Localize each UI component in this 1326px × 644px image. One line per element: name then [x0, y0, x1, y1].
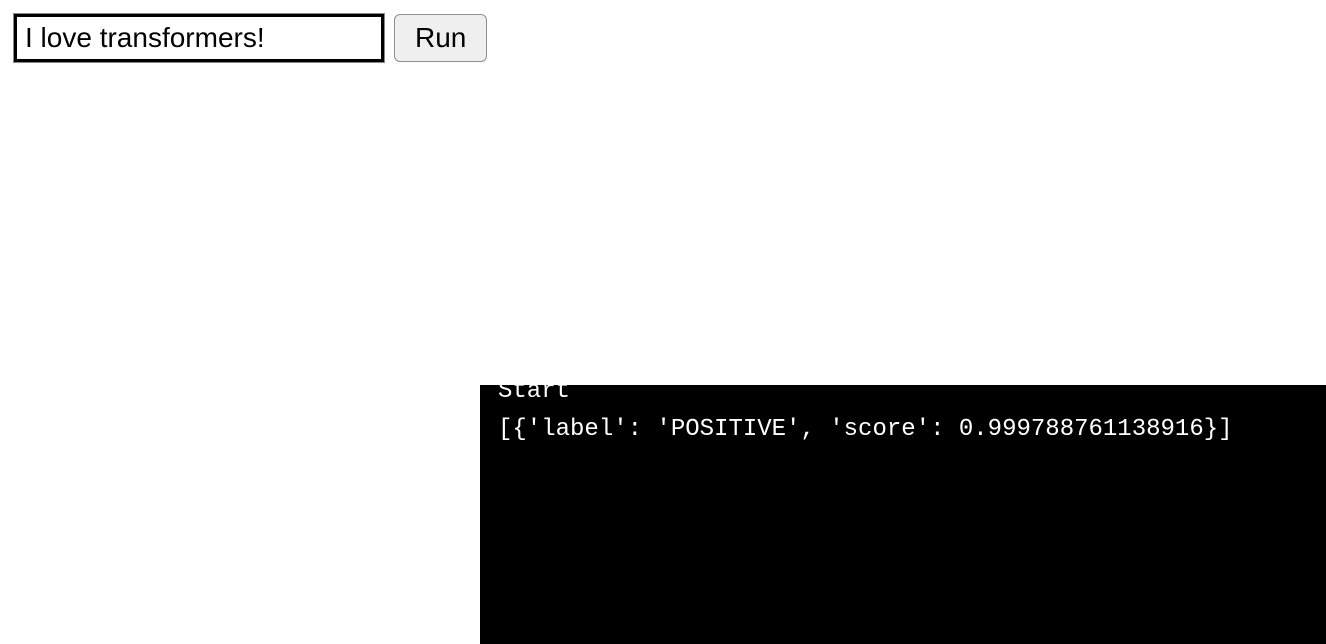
- console-line-start: Start: [498, 385, 1308, 411]
- top-controls: Run: [14, 14, 487, 62]
- text-input[interactable]: [14, 14, 384, 62]
- run-button[interactable]: Run: [394, 14, 487, 62]
- console-panel: Start [{'label': 'POSITIVE', 'score': 0.…: [480, 385, 1326, 644]
- console-line-output: [{'label': 'POSITIVE', 'score': 0.999788…: [498, 411, 1308, 449]
